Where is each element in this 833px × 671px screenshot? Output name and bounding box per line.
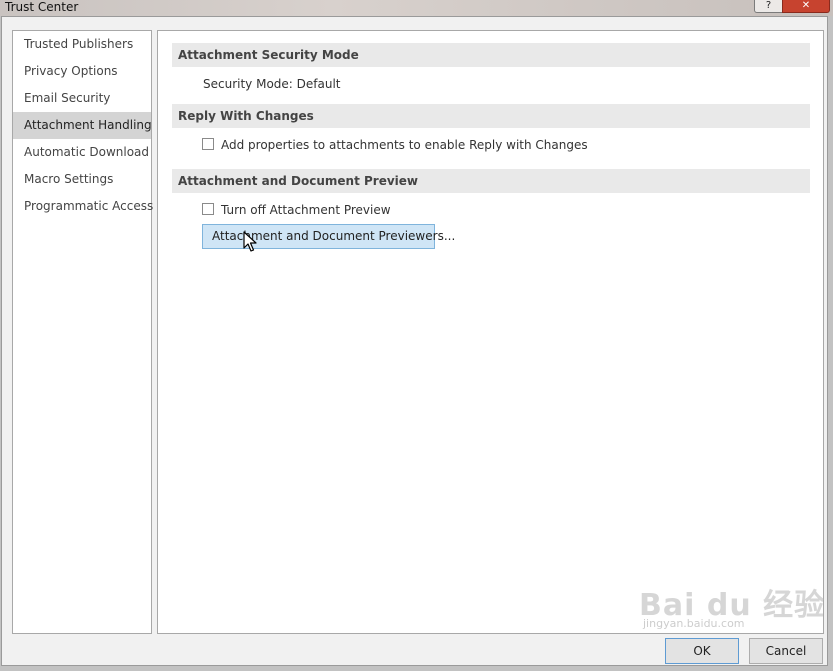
turn-off-preview-label[interactable]: Turn off Attachment Preview xyxy=(221,202,391,218)
reply-with-changes-checkbox[interactable] xyxy=(202,138,214,150)
nav-item-email-security[interactable]: Email Security xyxy=(13,85,151,112)
section-header-attachment-preview: Attachment and Document Preview xyxy=(172,169,810,193)
ok-button[interactable]: OK xyxy=(665,638,739,664)
help-button[interactable]: ? xyxy=(754,0,783,13)
turn-off-preview-checkbox[interactable] xyxy=(202,203,214,215)
nav-item-attachment-handling[interactable]: Attachment Handling xyxy=(13,112,152,139)
mouse-pointer-icon xyxy=(243,231,257,252)
reply-with-changes-label[interactable]: Add properties to attachments to enable … xyxy=(221,137,588,153)
settings-panel: Attachment Security Mode Security Mode: … xyxy=(157,30,824,634)
title-bar: Trust Center ? ✕ xyxy=(0,0,833,16)
nav-item-automatic-download[interactable]: Automatic Download xyxy=(13,139,151,166)
attachment-previewers-button[interactable]: Attachment and Document Previewers... xyxy=(202,224,455,249)
section-header-attachment-security-mode: Attachment Security Mode xyxy=(172,43,810,67)
window-title: Trust Center xyxy=(5,0,79,14)
close-button[interactable]: ✕ xyxy=(782,0,830,13)
baidu-watermark-url: jingyan.baidu.com xyxy=(643,617,745,630)
nav-item-macro-settings[interactable]: Macro Settings xyxy=(13,166,151,193)
nav-item-programmatic-access[interactable]: Programmatic Access xyxy=(13,193,153,220)
security-mode-text: Security Mode: Default xyxy=(203,77,341,91)
category-nav: Trusted Publishers Privacy Options Email… xyxy=(12,30,153,634)
cancel-button[interactable]: Cancel xyxy=(749,638,823,664)
trust-center-dialog: Trusted Publishers Privacy Options Email… xyxy=(1,16,828,666)
nav-item-trusted-publishers[interactable]: Trusted Publishers xyxy=(13,31,151,58)
nav-item-privacy-options[interactable]: Privacy Options xyxy=(13,58,151,85)
section-header-reply-with-changes: Reply With Changes xyxy=(172,104,810,128)
